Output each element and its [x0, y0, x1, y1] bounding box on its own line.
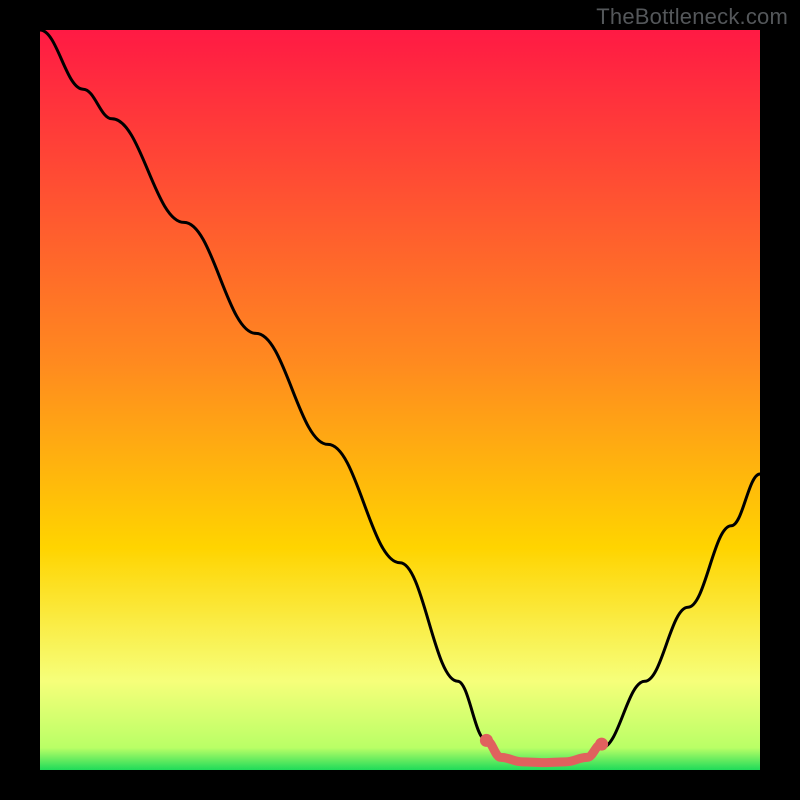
- highlight-endpoint-dot: [480, 734, 493, 747]
- gradient-plot-area: [40, 30, 760, 770]
- highlight-endpoint-dot: [595, 738, 608, 751]
- bottleneck-curve-chart: [0, 0, 800, 800]
- watermark-text: TheBottleneck.com: [596, 4, 788, 30]
- chart-stage: TheBottleneck.com: [0, 0, 800, 800]
